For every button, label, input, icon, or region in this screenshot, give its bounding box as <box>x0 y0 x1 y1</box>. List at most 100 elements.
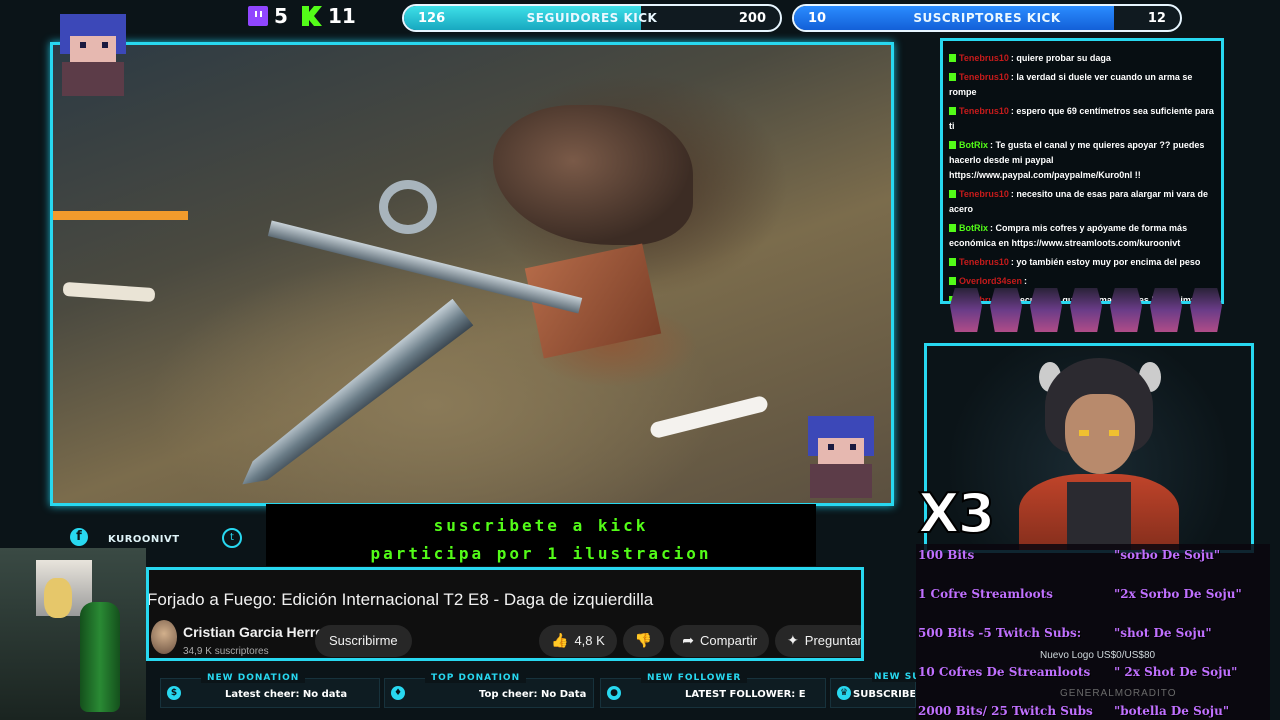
event-title: TOP DONATION <box>425 673 527 683</box>
kick-badge-icon <box>949 107 956 115</box>
like-button[interactable]: 👍 4,8 K <box>539 625 617 657</box>
subscribe-banner: suscribete a kick participa por 1 ilustr… <box>266 504 816 566</box>
channel-name[interactable]: Cristian Garcia Herrero <box>183 624 337 640</box>
reward-prize: " 2x Shot De Soju" <box>1114 665 1238 679</box>
chat-message: Tenebrus10: espero que 69 centímetros se… <box>949 104 1215 134</box>
vtuber-shirt <box>1067 482 1131 550</box>
reward-cost: 1 Cofre Streamloots <box>918 587 1053 601</box>
chat-message: Tenebrus10: necesito una de esas para al… <box>949 187 1215 217</box>
reward-cost: 500 Bits -5 Twitch Subs: <box>918 626 1082 640</box>
chat-username[interactable]: Tenebrus10 <box>959 53 1009 63</box>
event-bar: $ NEW DONATION Latest cheer: No data ♦ T… <box>160 672 920 720</box>
chat-username[interactable]: Tenebrus10 <box>959 106 1009 116</box>
event-new-follower: ● NEW FOLLOWER LATEST FOLLOWER: E <box>600 673 826 708</box>
dagger-ring <box>379 180 437 234</box>
event-title: NEW FOLLOWER <box>641 673 748 683</box>
sprite-icon <box>1070 288 1102 332</box>
crown-icon: ♛ <box>837 686 851 700</box>
subscriber-count: 34,9 K suscriptores <box>183 646 269 657</box>
trophy-icon: ♦ <box>391 686 405 700</box>
chat-sprite-row <box>946 282 1226 332</box>
dagger-blade <box>232 299 474 498</box>
event-top-donation: ♦ TOP DONATION Top cheer: No Data <box>384 673 594 708</box>
vtuber-eye <box>1079 430 1089 436</box>
kick-badge-icon <box>949 224 956 232</box>
sprite-icon <box>1110 288 1142 332</box>
banner-line-2: participa por 1 ilustracion <box>370 544 712 563</box>
chat-username[interactable]: BotRix <box>959 140 988 150</box>
sprite-icon <box>1150 288 1182 332</box>
sprite-icon <box>990 288 1022 332</box>
subs-goal-target: 12 <box>1147 10 1166 26</box>
reward-cost: 10 Cofres De Streamloots <box>918 665 1091 679</box>
latest-user-text: GENERALMORADITO <box>1060 688 1177 699</box>
pixel-mascot-icon <box>800 408 882 500</box>
webcam-view <box>0 548 146 720</box>
reward-prize: "sorbo De Soju" <box>1114 548 1221 562</box>
sprite-icon <box>1030 288 1062 332</box>
event-title: NEW DONATION <box>201 673 306 683</box>
reward-prize: "shot De Soju" <box>1114 626 1212 640</box>
event-value: Top cheer: No Data <box>479 689 587 700</box>
video-title[interactable]: Forjado a Fuego: Edición Internacional T… <box>149 590 653 610</box>
video-chalk <box>62 281 156 303</box>
subs-goal-title: SUSCRIPTORES KICK <box>913 11 1061 25</box>
followers-goal-target: 200 <box>738 10 766 26</box>
event-value: LATEST FOLLOWER: E <box>685 689 806 700</box>
chat-username[interactable]: Tenebrus10 <box>959 72 1009 82</box>
sprite-icon <box>950 288 982 332</box>
followers-goal-title: SEGUIDORES KICK <box>526 11 658 25</box>
reward-prize: "2x Sorbo De Soju" <box>1114 587 1242 601</box>
multiplier-label: X3 <box>917 481 996 546</box>
facebook-icon[interactable]: f <box>70 528 88 546</box>
event-new-subscriber: ♛ SUBSCRIBER: G <box>830 678 916 708</box>
social-handle: KUROONIVT <box>108 534 180 545</box>
main-video-frame[interactable] <box>50 42 894 506</box>
chat-message: BotRix: Compra mis cofres y apóyame de f… <box>949 221 1215 251</box>
chat-text: : yo también estoy muy por encima del pe… <box>1010 257 1201 267</box>
sprite-icon <box>1190 288 1222 332</box>
video-hand <box>493 105 693 245</box>
event-value: SUBSCRIBER: G <box>853 689 916 700</box>
chat-message: Tenebrus10: yo también estoy muy por enc… <box>949 255 1215 270</box>
twitch-icon <box>248 6 268 26</box>
ask-button[interactable]: ✦ Preguntar <box>775 625 862 657</box>
thumbs-up-icon: 👍 <box>551 633 569 649</box>
chat-username[interactable]: BotRix <box>959 223 988 233</box>
channel-avatar[interactable] <box>151 620 177 654</box>
followers-goal-current: 126 <box>418 10 446 26</box>
kick-badge-icon <box>949 258 956 266</box>
pixel-mascot-icon <box>52 6 134 98</box>
video-chalk <box>648 394 770 440</box>
kick-badge-icon <box>949 73 956 81</box>
subs-goal-current: 10 <box>808 10 827 26</box>
vtuber-eye <box>1109 430 1119 436</box>
twitch-viewer-count: 5 <box>248 4 288 28</box>
chat-panel[interactable]: Tenebrus10: quiere probar su daga Tenebru… <box>940 38 1224 304</box>
kick-viewer-count: 11 <box>302 4 356 28</box>
dislike-button[interactable]: 👎 <box>622 625 665 657</box>
share-icon: ➦ <box>682 633 694 649</box>
twitter-icon[interactable]: t <box>222 528 242 548</box>
share-button[interactable]: ➦ Compartir <box>670 625 770 657</box>
subs-goal-bar: 10 SUSCRIPTORES KICK 12 <box>792 4 1182 32</box>
chat-message: Tenebrus10: quiere probar su daga <box>949 51 1215 66</box>
kick-badge-icon <box>949 141 956 149</box>
donation-icon: $ <box>167 686 181 700</box>
thumbs-down-icon: 👎 <box>634 633 653 649</box>
chat-username[interactable]: Tenebrus10 <box>959 257 1009 267</box>
chat-username[interactable]: Tenebrus10 <box>959 189 1009 199</box>
soju-bottle <box>80 602 120 712</box>
ask-label: Preguntar <box>804 633 862 648</box>
followers-goal-bar: 126 SEGUIDORES KICK 200 <box>402 4 782 32</box>
subscribe-button[interactable]: Suscribirme <box>315 625 412 657</box>
chat-message: BotRix: Te gusta el canal y me quieres a… <box>949 138 1215 183</box>
sparkle-icon: ✦ <box>787 633 799 649</box>
chat-message-list: Tenebrus10: quiere probar su daga Tenebru… <box>949 51 1215 301</box>
like-count: 4,8 K <box>574 633 605 648</box>
event-value: Latest cheer: No data <box>225 689 348 700</box>
share-label: Compartir <box>699 633 758 648</box>
kick-badge-icon <box>949 190 956 198</box>
kick-badge-icon <box>949 54 956 62</box>
event-new-donation: $ NEW DONATION Latest cheer: No data <box>160 673 380 708</box>
